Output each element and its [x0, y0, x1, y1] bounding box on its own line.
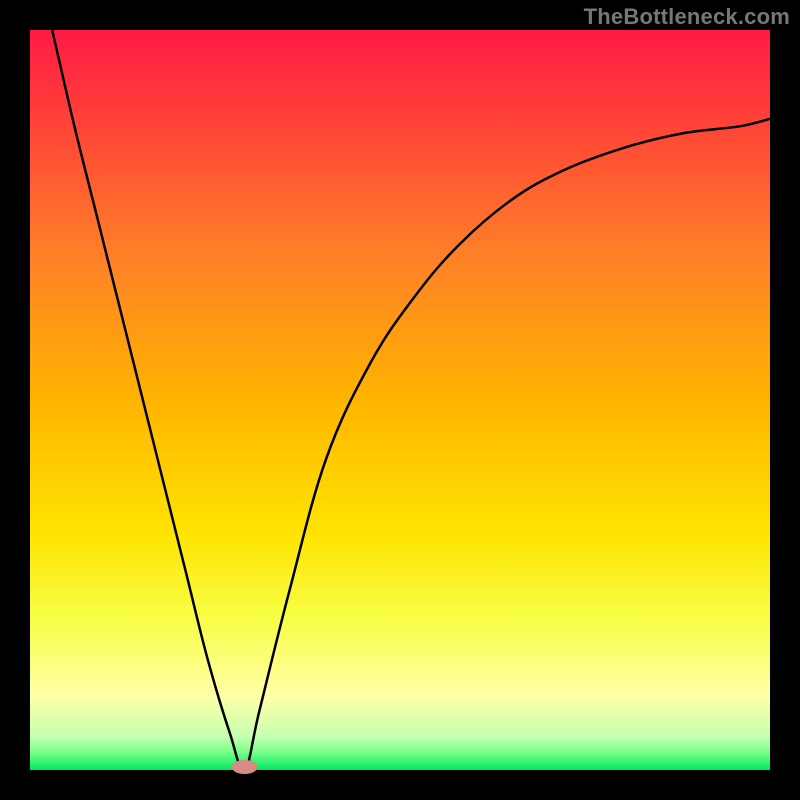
minimum-marker	[232, 760, 258, 774]
bottleneck-chart	[0, 0, 800, 800]
plot-background	[30, 30, 770, 770]
watermark-text: TheBottleneck.com	[584, 4, 790, 30]
chart-frame: TheBottleneck.com	[0, 0, 800, 800]
